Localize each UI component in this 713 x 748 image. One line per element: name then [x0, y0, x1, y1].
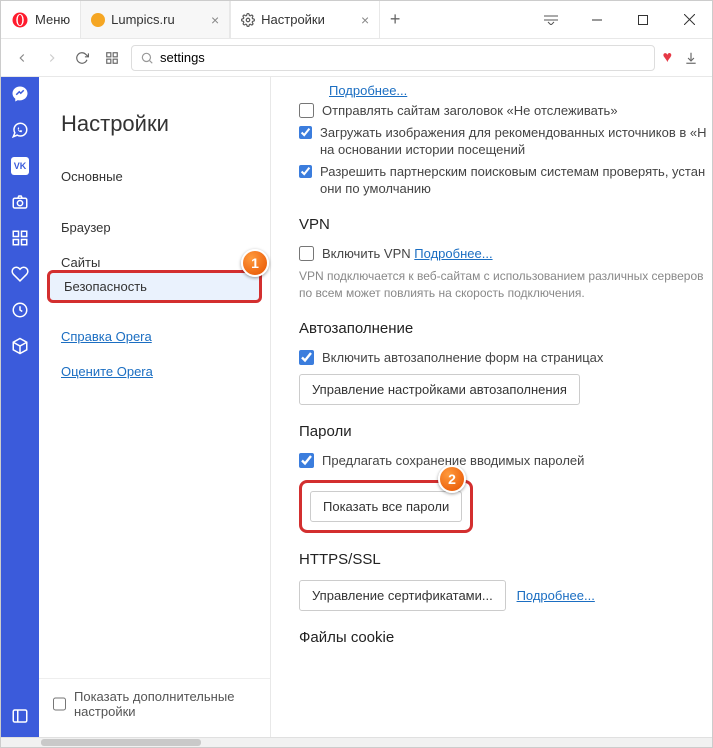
- link-vpn-more[interactable]: Подробнее...: [414, 246, 492, 261]
- advanced-label: Показать дополнительные настройки: [74, 689, 256, 719]
- reload-icon[interactable]: [71, 47, 93, 69]
- messenger-icon[interactable]: [9, 83, 31, 105]
- titlebar: Меню Lumpics.ru × Настройки × +: [1, 1, 712, 39]
- back-icon[interactable]: [11, 47, 33, 69]
- svg-text:VK: VK: [14, 161, 27, 171]
- minimize-icon[interactable]: [574, 1, 620, 38]
- tab-label: Настройки: [261, 12, 325, 27]
- vk-icon[interactable]: VK: [9, 155, 31, 177]
- tab-strip: Lumpics.ru × Настройки × +: [80, 1, 528, 38]
- clock-icon[interactable]: [9, 299, 31, 321]
- menu-label: Меню: [35, 12, 70, 27]
- horizontal-scrollbar[interactable]: [1, 737, 712, 747]
- maximize-icon[interactable]: [620, 1, 666, 38]
- checkbox-images[interactable]: [299, 125, 312, 140]
- tab-settings[interactable]: Настройки ×: [230, 1, 380, 38]
- row-dnt: Отправлять сайтам заголовок «Не отслежив…: [299, 102, 712, 120]
- tab-lumpics[interactable]: Lumpics.ru ×: [80, 1, 230, 38]
- address-bar: ♥: [1, 39, 712, 77]
- advanced-toggle[interactable]: Показать дополнительные настройки: [39, 678, 270, 737]
- button-https-manage[interactable]: Управление сертификатами...: [299, 580, 506, 611]
- row-autofill-enable: Включить автозаполнение форм на страница…: [299, 349, 712, 367]
- checkbox-partner[interactable]: [299, 164, 312, 179]
- new-tab-button[interactable]: +: [380, 9, 410, 30]
- callout-show-passwords: 2 Показать все пароли: [299, 480, 473, 533]
- annotation-badge-2: 2: [438, 465, 466, 493]
- annotation-badge-1: 1: [241, 249, 269, 277]
- sidebar-item-rate[interactable]: Оцените Opera: [39, 354, 270, 389]
- section-autofill: Автозаполнение Включить автозаполнение ф…: [299, 320, 712, 406]
- window-controls: [528, 1, 712, 38]
- section-vpn: VPN Включить VPN Подробнее... VPN подклю…: [299, 216, 712, 302]
- forward-icon[interactable]: [41, 47, 63, 69]
- tab-menu-icon[interactable]: [528, 1, 574, 38]
- heart-outline-icon[interactable]: [9, 263, 31, 285]
- section-title-passwords: Пароли: [299, 423, 712, 440]
- opera-window: Меню Lumpics.ru × Настройки × +: [0, 0, 713, 748]
- camera-icon[interactable]: [9, 191, 31, 213]
- callout-security: 1 Безопасность: [47, 270, 262, 303]
- cube-icon[interactable]: [9, 335, 31, 357]
- sidebar-settings-icon[interactable]: [9, 705, 31, 727]
- search-icon: [140, 51, 154, 65]
- section-passwords: Пароли Предлагать сохранение вводимых па…: [299, 423, 712, 533]
- settings-content: Подробнее... Отправлять сайтам заголовок…: [271, 77, 712, 737]
- row-passwords-offer: Предлагать сохранение вводимых паролей: [299, 452, 712, 470]
- scrollbar-thumb[interactable]: [41, 739, 201, 746]
- close-icon[interactable]: ×: [211, 12, 219, 28]
- section-title-autofill: Автозаполнение: [299, 320, 712, 337]
- opera-logo-icon: [11, 11, 29, 29]
- hint-vpn: VPN подключается к веб-сайтам с использо…: [299, 268, 712, 302]
- advanced-checkbox[interactable]: [53, 697, 66, 711]
- close-icon[interactable]: ×: [361, 12, 369, 28]
- link-https-more[interactable]: Подробнее...: [517, 588, 595, 603]
- sidebar-item-help[interactable]: Справка Opera: [39, 319, 270, 354]
- button-autofill-manage[interactable]: Управление настройками автозаполнения: [299, 374, 580, 405]
- checkbox-passwords-offer[interactable]: [299, 453, 314, 468]
- address-input[interactable]: [160, 50, 646, 65]
- section-title-https: HTTPS/SSL: [299, 551, 712, 568]
- page-title: Настройки: [39, 111, 270, 159]
- sidebar-item-sites[interactable]: Сайты: [39, 245, 270, 270]
- sidebar-item-basic[interactable]: Основные: [39, 159, 270, 194]
- gear-icon: [241, 13, 255, 27]
- row-vpn-enable: Включить VPN Подробнее...: [299, 245, 712, 263]
- checkbox-autofill[interactable]: [299, 350, 314, 365]
- bookmark-heart-icon[interactable]: ♥: [663, 49, 673, 67]
- section-https: HTTPS/SSL Управление сертификатами... По…: [299, 551, 712, 611]
- grid-icon[interactable]: [9, 227, 31, 249]
- section-cookies: Файлы cookie: [299, 629, 712, 646]
- left-iconbar: VK: [1, 77, 39, 737]
- button-show-all-passwords[interactable]: Показать все пароли: [310, 491, 462, 522]
- row-images: Загружать изображения для рекомендованны…: [299, 124, 712, 159]
- download-icon[interactable]: [680, 47, 702, 69]
- speed-dial-icon[interactable]: [101, 47, 123, 69]
- close-window-icon[interactable]: [666, 1, 712, 38]
- sidebar-item-security[interactable]: Безопасность: [64, 279, 245, 294]
- section-title-cookies: Файлы cookie: [299, 629, 712, 646]
- section-title-vpn: VPN: [299, 216, 712, 233]
- row-partner: Разрешить партнерским поисковым системам…: [299, 163, 712, 198]
- tab-favicon: [91, 13, 105, 27]
- tab-label: Lumpics.ru: [111, 12, 175, 27]
- whatsapp-icon[interactable]: [9, 119, 31, 141]
- checkbox-dnt[interactable]: [299, 103, 314, 118]
- link-more-top[interactable]: Подробнее...: [329, 83, 712, 98]
- sidebar-item-browser[interactable]: Браузер: [39, 210, 270, 245]
- menu-button[interactable]: Меню: [1, 1, 80, 38]
- address-input-container[interactable]: [131, 45, 655, 71]
- checkbox-vpn[interactable]: [299, 246, 314, 261]
- settings-sidebar: Настройки Основные Браузер Сайты 1 Безоп…: [39, 77, 271, 737]
